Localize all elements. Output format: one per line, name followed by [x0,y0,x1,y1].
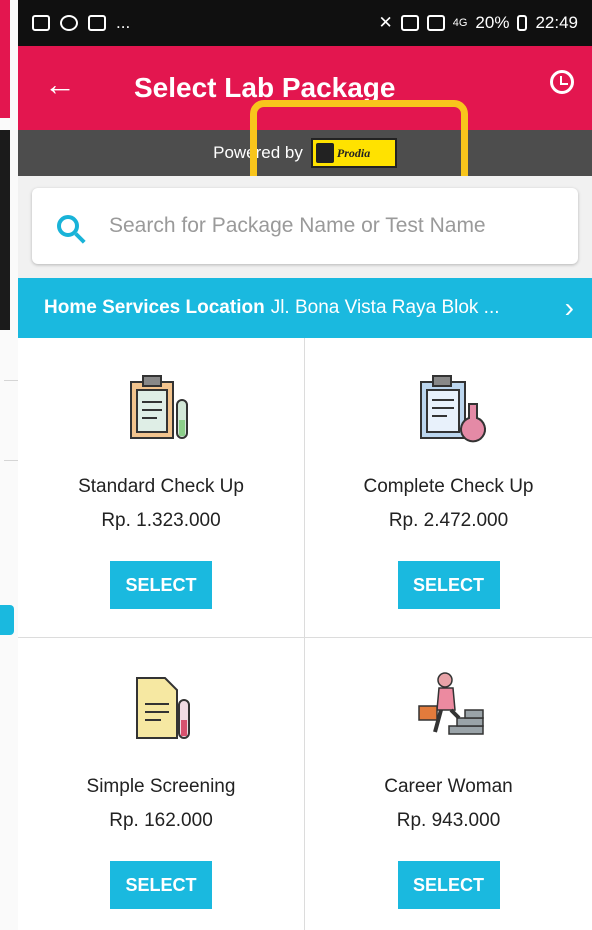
package-name: Complete Check Up [363,476,534,497]
chevron-right-icon[interactable]: › [565,292,574,324]
package-price: Rp. 943.000 [396,810,501,831]
search-area: Search for Package Name or Test Name [18,176,592,278]
location-address: Jl. Bona Vista Raya Blok ... [270,297,500,318]
background-app-edge [0,0,19,930]
package-grid: Standard Check Up Rp. 1.323.000 SELECT C… [18,338,592,930]
package-card: Complete Check Up Rp. 2.472.000 SELECT [305,338,592,638]
package-price: Rp. 1.323.000 [101,510,221,531]
location-label: Home Services Location [44,297,265,318]
background-image [0,130,10,330]
package-price: Rp. 162.000 [109,810,213,831]
select-button[interactable]: SELECT [397,861,500,909]
search-input[interactable]: Search for Package Name or Test Name [32,188,578,264]
package-price: Rp. 2.472.000 [388,510,509,531]
sim-icon [400,15,419,31]
side-tab [0,605,14,635]
search-placeholder: Search for Package Name or Test Name [109,214,486,237]
status-bar: ... ✕ 4G 20% 22:49 [18,0,592,46]
package-name: Career Woman [384,776,513,797]
career-woman-icon [417,672,484,735]
select-button[interactable]: SELECT [110,561,212,609]
select-button[interactable]: SELECT [110,861,212,909]
network-type: 4G [452,17,468,29]
gallery-icon [32,15,50,31]
package-card: Career Woman Rp. 943.000 SELECT [305,638,592,930]
divider [4,460,18,461]
whatsapp-icon [60,15,78,31]
app-screen: ... ✕ 4G 20% 22:49 ← Select Lab Package … [18,0,592,930]
clipboard-flask-icon [419,375,486,443]
home-services-location[interactable]: Home Services Location Jl. Bona Vista Ra… [18,278,592,338]
select-button[interactable]: SELECT [397,561,500,609]
history-icon[interactable] [550,70,574,94]
clipboard-test-tube-icon [130,375,188,439]
search-icon [57,215,79,237]
package-name: Standard Check Up [78,476,244,497]
package-card: Simple Screening Rp. 162.000 SELECT [18,638,305,930]
signal-icon [426,15,445,31]
background-header [0,0,10,118]
message-icon [88,15,106,31]
document-test-tube-icon [136,677,190,739]
battery-percent: 20% [475,13,510,32]
clock: 22:49 [535,13,578,32]
more-notifications: ... [116,13,131,32]
package-name: Simple Screening [86,776,236,797]
package-card: Standard Check Up Rp. 1.323.000 SELECT [18,338,305,638]
arrow-left-icon[interactable]: ← [44,68,76,100]
battery-icon [517,15,528,31]
mute-icon: ✕ [378,13,393,32]
divider [4,380,18,381]
